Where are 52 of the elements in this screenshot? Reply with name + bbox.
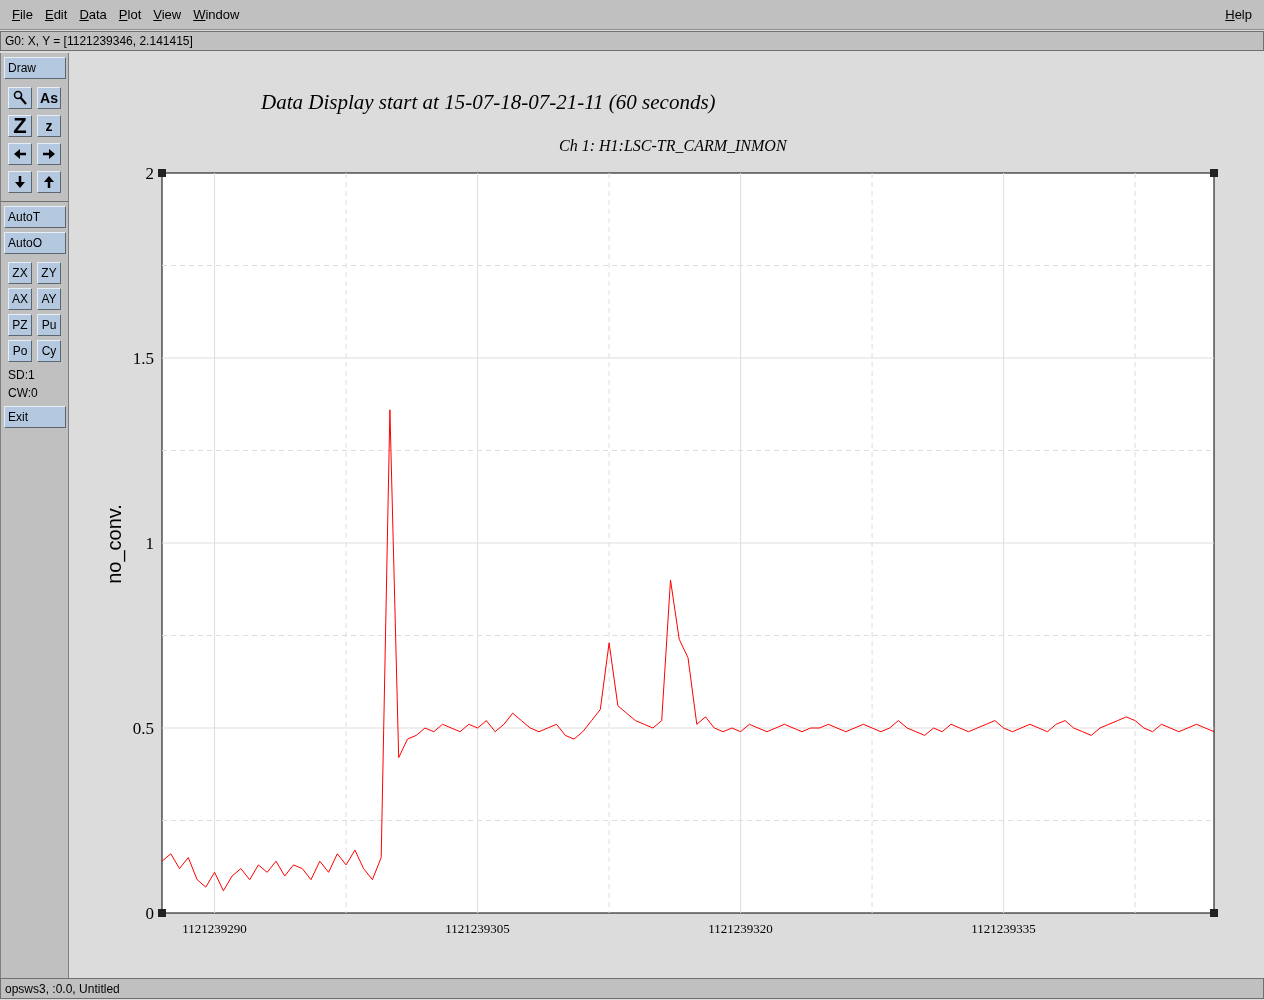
view-button[interactable]: Cy (37, 340, 61, 362)
readout-label: CW:0 (8, 386, 39, 400)
view-button[interactable]: ZY (37, 262, 61, 284)
tool-button[interactable] (8, 171, 32, 193)
menu-item[interactable]: Data (73, 4, 113, 25)
view-button[interactable]: Pu (37, 314, 61, 336)
coordinate-readout: G0: X, Y = [1121239346, 2.141415] (0, 31, 1264, 51)
exit-button[interactable]: Exit (4, 406, 66, 428)
x-tick-label: 1121239335 (971, 921, 1036, 936)
menu-item[interactable]: Plot (112, 4, 148, 25)
left-arrow-icon (13, 147, 27, 161)
tool-button[interactable] (37, 143, 61, 165)
menu-item[interactable]: View (147, 4, 188, 25)
menu-item[interactable]: Window (187, 4, 246, 25)
tool-button[interactable] (8, 87, 32, 109)
channel-label: Ch 1: H1:LSC-TR_CARM_INMON (559, 137, 787, 154)
y-tick-label: 0.5 (132, 719, 154, 738)
readout-label: SD:1 (8, 368, 36, 382)
view-button[interactable]: ZX (8, 262, 32, 284)
corner-handle[interactable] (158, 169, 166, 177)
x-tick-label: 1121239320 (708, 921, 773, 936)
view-button[interactable]: PZ (8, 314, 32, 336)
view-button[interactable]: AX (8, 288, 32, 310)
chart-title: Data Display start at 15-07-18-07-21-11 (60 seconds) (261, 90, 716, 114)
right-arrow-icon (42, 147, 56, 161)
corner-handle[interactable] (158, 909, 166, 917)
status-bar: opsws3, :0.0, Untitled (0, 978, 1264, 999)
tool-button[interactable] (37, 171, 61, 193)
menu-item[interactable]: File (6, 4, 39, 25)
x-tick-label: 1121239290 (182, 921, 247, 936)
draw-button[interactable]: Draw (4, 57, 66, 79)
y-tick-label: 1 (145, 534, 154, 553)
view-button[interactable]: Po (8, 340, 32, 362)
magnifier-icon (13, 90, 27, 106)
y-tick-label: 2 (145, 164, 154, 183)
auto-button[interactable]: AutoO (4, 232, 66, 254)
corner-handle[interactable] (1210, 169, 1218, 177)
y-axis-label: no_conv. (103, 504, 125, 584)
view-button[interactable]: AY (37, 288, 61, 310)
corner-handle[interactable] (1210, 909, 1218, 917)
y-tick-label: 0 (145, 904, 154, 923)
auto-button[interactable]: AutoT (4, 206, 66, 228)
help-menu[interactable]: Help (1219, 4, 1258, 25)
tool-button[interactable]: z (37, 115, 61, 137)
menu-item[interactable]: Edit (38, 4, 74, 25)
down-arrow-icon (13, 175, 27, 189)
tool-button[interactable]: As (37, 87, 61, 109)
up-arrow-icon (42, 175, 56, 189)
tool-button[interactable] (8, 143, 32, 165)
tool-button[interactable]: Z (8, 115, 32, 137)
x-tick-label: 1121239305 (445, 921, 510, 936)
y-tick-label: 1.5 (132, 349, 154, 368)
